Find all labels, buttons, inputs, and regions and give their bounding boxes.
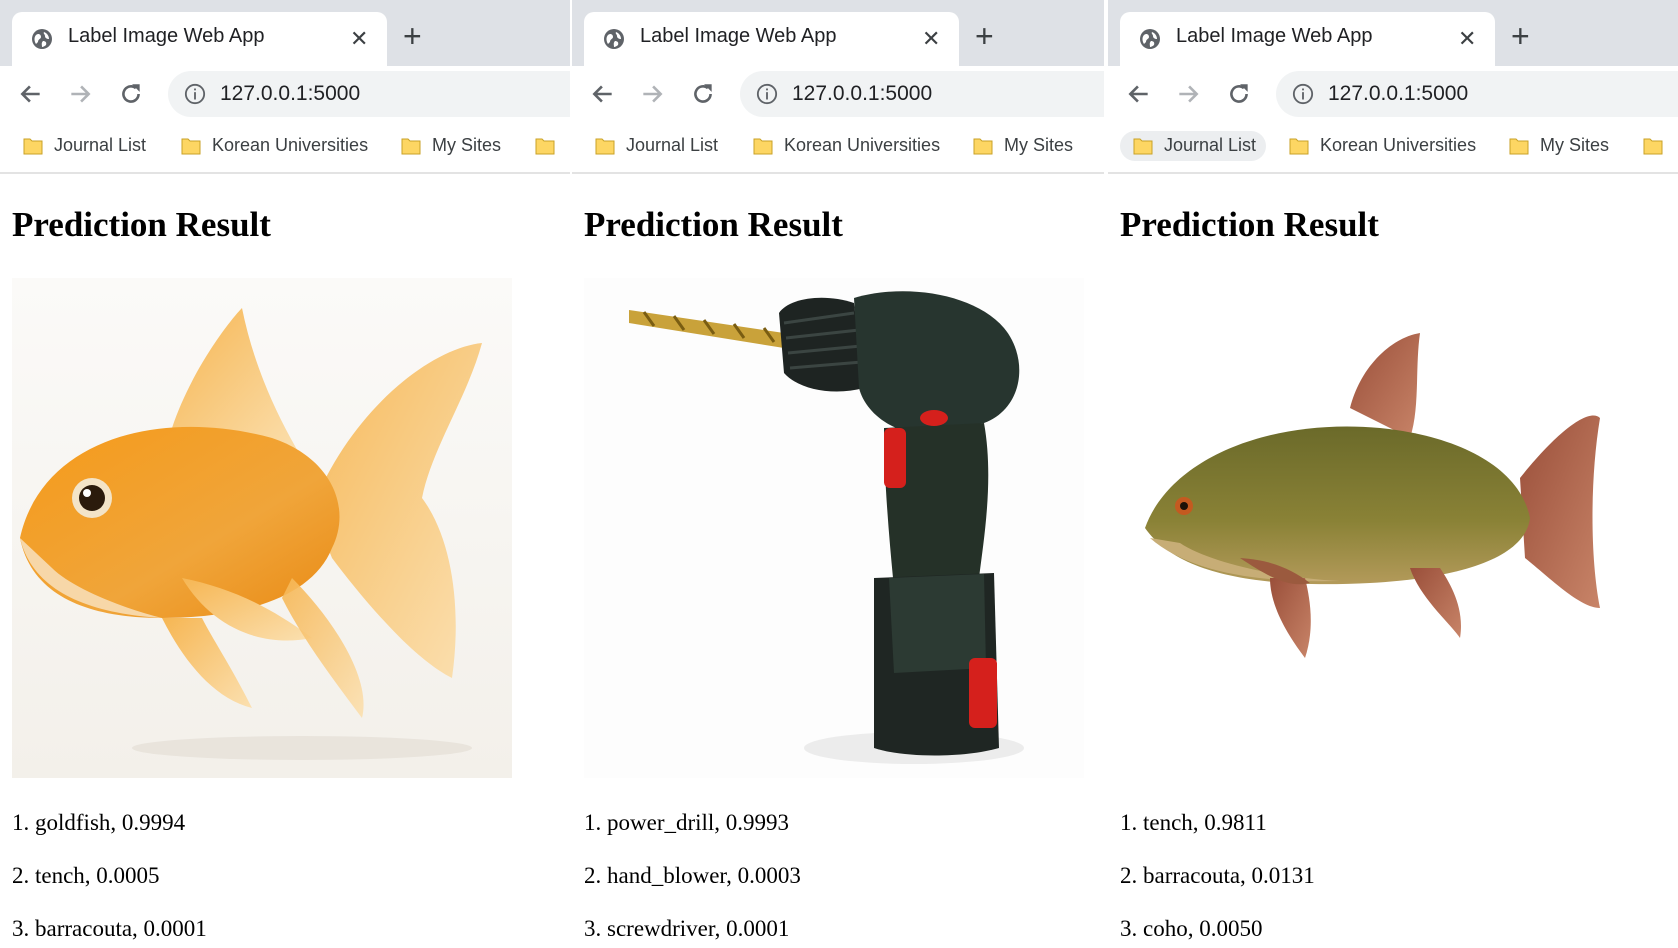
prediction-2: 2. barracouta, 0.0131 — [1120, 863, 1315, 888]
tab-title: Label Image Web App — [640, 25, 837, 47]
bookmark-label: My Sites — [1540, 135, 1610, 155]
back-arrow-icon[interactable] — [18, 81, 44, 107]
folder-icon — [401, 138, 421, 155]
bookmark-label: My Sites — [432, 135, 502, 155]
info-icon[interactable] — [184, 83, 206, 105]
folder-icon — [753, 138, 773, 155]
close-icon[interactable]: ✕ — [922, 26, 940, 52]
url-text: 127.0.0.1:5000 — [220, 82, 361, 105]
goldfish-image — [12, 278, 512, 778]
reload-icon[interactable] — [690, 81, 716, 107]
bookmark-label: Korean Universities — [212, 135, 369, 155]
back-arrow-icon[interactable] — [1126, 81, 1152, 107]
browser-window-tench: Label Image Web App ✕ + 127.0.0.1:5000 J… — [1108, 0, 1678, 948]
folder-icon — [1509, 138, 1529, 155]
bookmarks-bar: Journal List Korean Universities My Site… — [572, 122, 1104, 174]
prediction-3: 3. coho, 0.0050 — [1120, 916, 1263, 941]
browser-window-drill: Label Image Web App ✕ + 127.0.0.1:5000 J… — [572, 0, 1104, 948]
address-bar[interactable]: 127.0.0.1:5000 — [740, 71, 1104, 117]
navigation-toolbar: 127.0.0.1:5000 — [1108, 66, 1678, 122]
plus-icon[interactable]: + — [1511, 20, 1530, 52]
bookmark-journal-list[interactable]: Journal List — [1120, 131, 1266, 161]
prediction-3: 3. barracouta, 0.0001 — [12, 916, 207, 941]
info-icon[interactable] — [756, 83, 778, 105]
folder-icon — [1289, 138, 1309, 155]
bookmark-label: Korean Universities — [1320, 135, 1477, 155]
active-tab[interactable]: Label Image Web App ✕ — [584, 12, 959, 66]
prediction-1: 1. power_drill, 0.9993 — [584, 810, 790, 835]
reload-icon[interactable] — [118, 81, 144, 107]
navigation-toolbar: 127.0.0.1:5000 — [572, 66, 1104, 122]
bookmark-label: Journal List — [54, 135, 147, 155]
folder-icon — [1643, 138, 1663, 155]
prediction-1: 1. goldfish, 0.9994 — [12, 810, 186, 835]
folder-icon — [595, 138, 615, 155]
bookmark-label: My Sites — [1004, 135, 1074, 155]
url-text: 127.0.0.1:5000 — [1328, 82, 1469, 105]
globe-icon — [604, 29, 624, 49]
back-arrow-icon[interactable] — [590, 81, 616, 107]
plus-icon[interactable]: + — [975, 20, 994, 52]
tench-image — [1120, 278, 1620, 778]
globe-icon — [32, 29, 52, 49]
tab-strip: Label Image Web App ✕ + — [0, 0, 570, 66]
prediction-2: 2. hand_blower, 0.0003 — [584, 863, 801, 888]
tab-strip: Label Image Web App ✕ + — [1108, 0, 1678, 66]
close-icon[interactable]: ✕ — [1458, 26, 1476, 52]
forward-arrow-icon[interactable] — [1175, 81, 1201, 107]
close-icon[interactable]: ✕ — [350, 26, 368, 52]
tab-title: Label Image Web App — [1176, 25, 1373, 47]
bookmarks-bar: Journal List Korean Universities My Site… — [0, 122, 570, 174]
url-text: 127.0.0.1:5000 — [792, 82, 933, 105]
prediction-2: 2. tench, 0.0005 — [12, 863, 160, 888]
page-title: Prediction Result — [1120, 205, 1379, 244]
info-icon[interactable] — [1292, 83, 1314, 105]
bookmark-label: Korean Universities — [784, 135, 941, 155]
forward-arrow-icon[interactable] — [639, 81, 665, 107]
folder-icon — [23, 138, 43, 155]
navigation-toolbar: 127.0.0.1:5000 — [0, 66, 570, 122]
page-title: Prediction Result — [584, 205, 843, 244]
address-bar[interactable]: 127.0.0.1:5000 — [168, 71, 570, 117]
reload-icon[interactable] — [1226, 81, 1252, 107]
browser-window-goldfish: Label Image Web App ✕ + 127.0.0.1:5000 J… — [0, 0, 570, 948]
folder-icon — [1133, 138, 1153, 155]
active-tab[interactable]: Label Image Web App ✕ — [1120, 12, 1495, 66]
bookmark-label: Journal List — [626, 135, 719, 155]
screenshot-composite: Label Image Web App ✕ + 127.0.0.1:5000 J… — [0, 0, 1678, 948]
folder-icon — [535, 138, 555, 155]
bookmarks-bar: Journal List Korean Universities My Site… — [1108, 122, 1678, 174]
active-tab[interactable]: Label Image Web App ✕ — [12, 12, 387, 66]
prediction-1: 1. tench, 0.9811 — [1120, 810, 1267, 835]
tab-title: Label Image Web App — [68, 25, 265, 47]
folder-icon — [973, 138, 993, 155]
address-bar[interactable]: 127.0.0.1:5000 — [1276, 71, 1678, 117]
prediction-3: 3. screwdriver, 0.0001 — [584, 916, 790, 941]
tab-strip: Label Image Web App ✕ + — [572, 0, 1104, 66]
folder-icon — [181, 138, 201, 155]
power-drill-image — [584, 278, 1084, 778]
page-title: Prediction Result — [12, 205, 271, 244]
globe-icon — [1140, 29, 1160, 49]
bookmark-label: Journal List — [1164, 135, 1257, 155]
forward-arrow-icon[interactable] — [67, 81, 93, 107]
plus-icon[interactable]: + — [403, 20, 422, 52]
